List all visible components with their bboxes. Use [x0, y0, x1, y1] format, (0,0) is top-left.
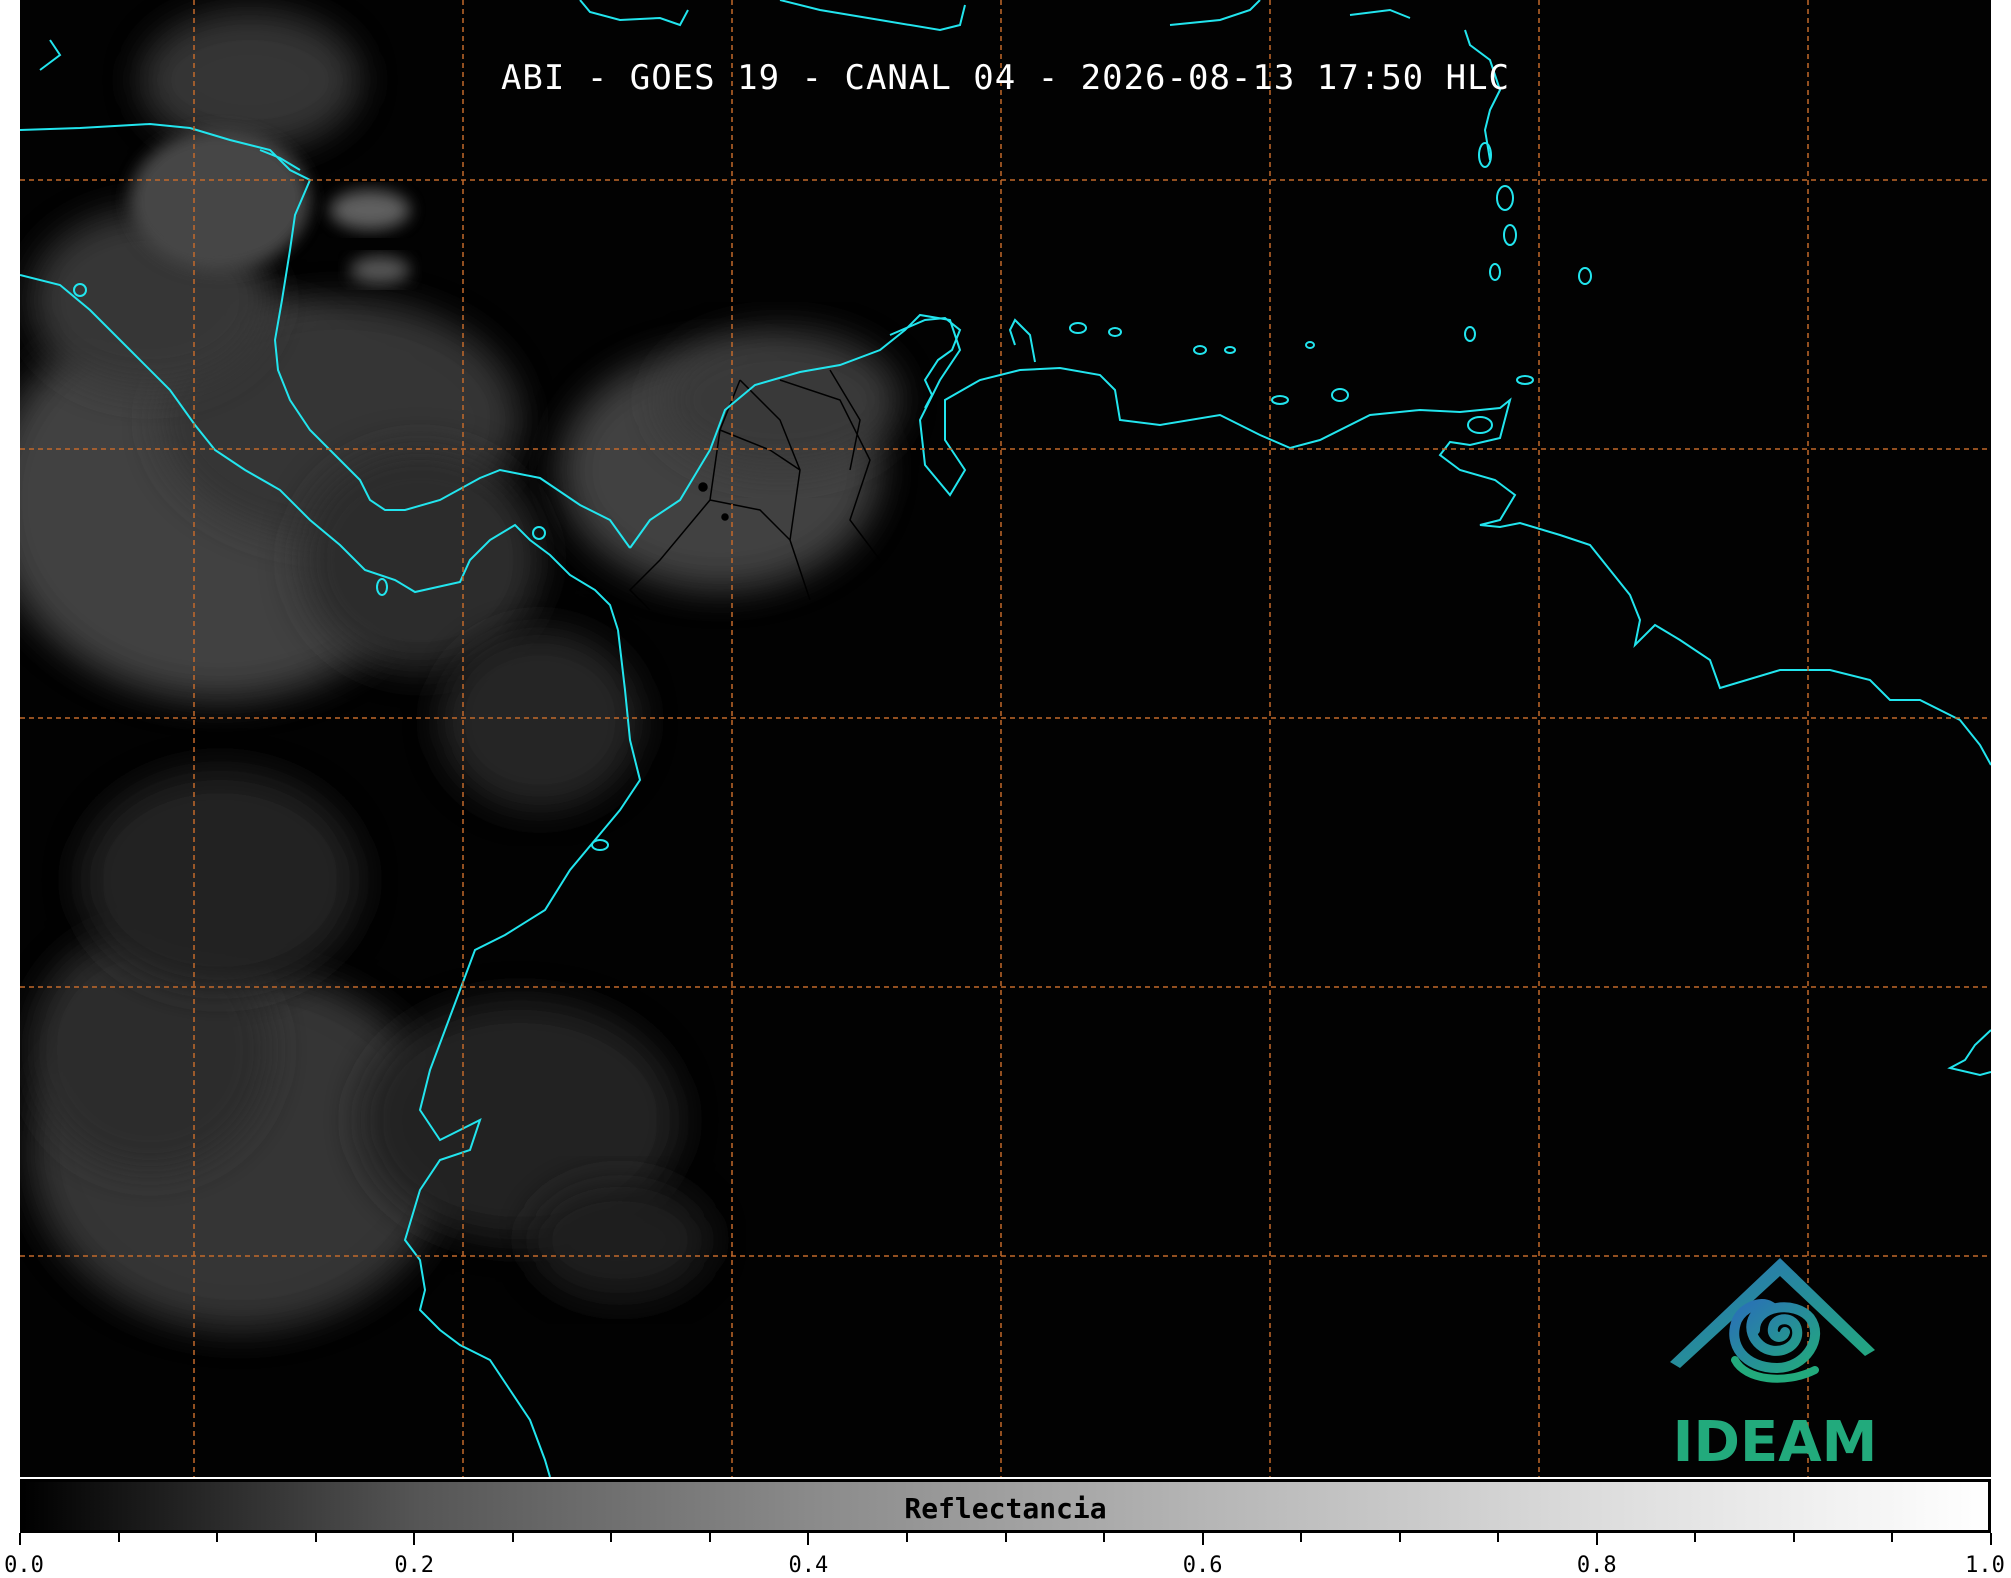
minor-tick	[1103, 1533, 1106, 1542]
major-tick	[413, 1533, 416, 1545]
major-tick	[19, 1533, 21, 1545]
colorbar-ticks: 0.0 0.2 0.4 0.6 0.8 1.0	[0, 1533, 2011, 1578]
tick-label: 0.4	[788, 1553, 829, 1578]
tick-label: 0.6	[1182, 1553, 1223, 1578]
minor-tick	[1792, 1533, 1795, 1542]
major-tick	[1201, 1533, 1204, 1545]
tick-label: 0.2	[394, 1553, 435, 1578]
minor-tick	[314, 1533, 317, 1542]
minor-tick	[1398, 1533, 1401, 1542]
tick-label: 0.8	[1576, 1553, 1617, 1578]
cloud-layer	[20, 10, 900, 1330]
satellite-map: ABI - GOES 19 - CANAL 04 - 2026-08-13 17…	[20, 0, 1991, 1477]
minor-tick	[1891, 1533, 1894, 1542]
minor-tick	[1694, 1533, 1697, 1542]
major-tick	[1595, 1533, 1598, 1545]
major-tick	[807, 1533, 810, 1545]
minor-tick	[610, 1533, 613, 1542]
map-title: ABI - GOES 19 - CANAL 04 - 2026-08-13 17…	[500, 58, 1511, 98]
colorbar: Reflectancia	[20, 1479, 1991, 1533]
tick-label: 0.0	[4, 1553, 44, 1578]
minor-tick	[1497, 1533, 1500, 1542]
ideam-mountain-spiral-logo	[1670, 1258, 1875, 1383]
minor-tick	[117, 1533, 120, 1542]
minor-tick	[511, 1533, 514, 1542]
ideam-logo: IDEAM	[1665, 1250, 1905, 1476]
colorbar-label: Reflectancia	[904, 1492, 1107, 1525]
major-tick	[1990, 1533, 1992, 1545]
logo-text: IDEAM	[1672, 1410, 1878, 1475]
minor-tick	[1300, 1533, 1303, 1542]
minor-tick	[708, 1533, 711, 1542]
minor-tick	[905, 1533, 908, 1542]
minor-tick	[1004, 1533, 1007, 1542]
minor-tick	[216, 1533, 219, 1542]
tick-label: 1.0	[1965, 1553, 2005, 1578]
